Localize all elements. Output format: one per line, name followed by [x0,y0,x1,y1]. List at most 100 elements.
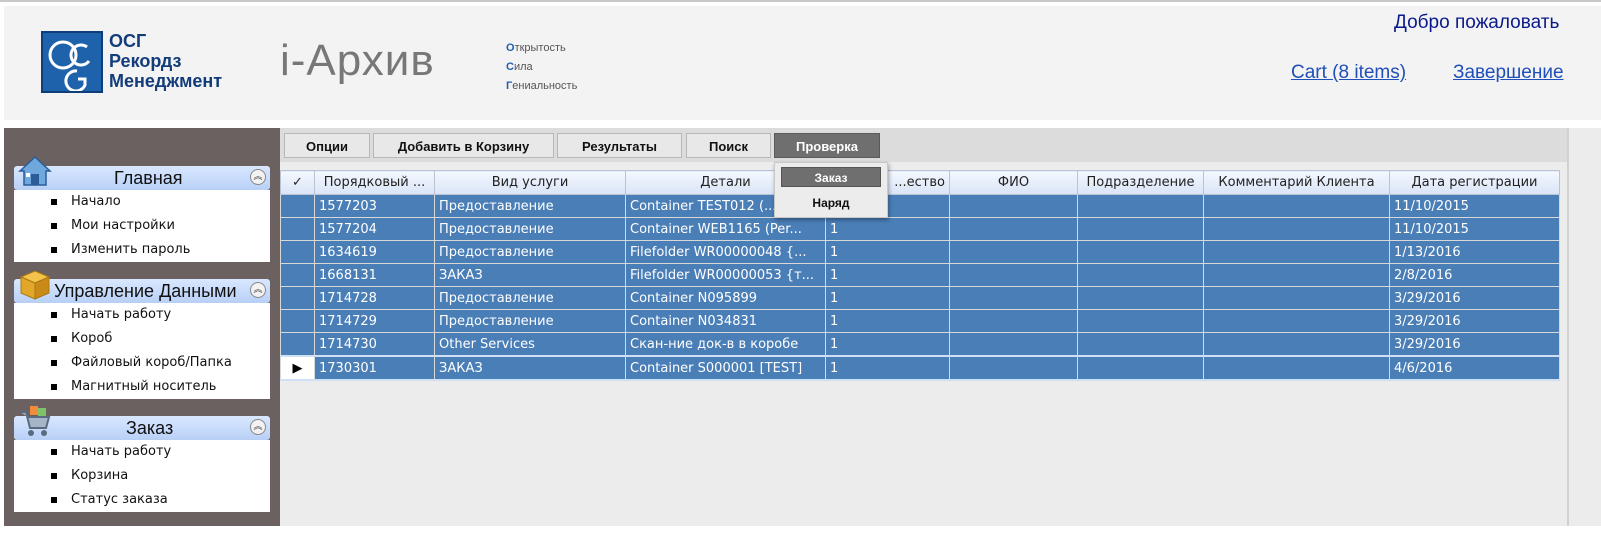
table-cell [949,194,1078,218]
table-cell: Предоставление [434,194,626,218]
brand-name: ОСГ Рекордз Менеджмент [109,31,222,91]
grid-header-row: ✓ Порядковый ... Вид услуги Детали ...ес… [280,170,1560,195]
table-cell [1077,286,1204,310]
row-selector[interactable] [280,217,315,241]
table-cell: 3/29/2016 [1389,332,1560,357]
nav-item-box[interactable]: Короб [14,327,270,351]
table-cell: 1634619 [314,240,435,264]
table-cell: 1714730 [314,332,435,357]
table-cell [1203,240,1390,264]
table-cell: ЗАКАЗ [434,263,626,287]
panel-header[interactable]: Управление Данными ︽ [14,279,270,303]
panel-header[interactable]: Главная ︽ [14,166,270,190]
table-row[interactable]: 1714729 Предоставление Container N034831… [280,309,1560,333]
table-cell [949,240,1078,264]
cart-link[interactable]: Cart (8 items) [1291,62,1406,84]
table-cell [1077,240,1204,264]
column-header[interactable]: Комментарий Клиента [1203,170,1390,195]
table-row[interactable]: 1634619 Предоставление Filefolder WR0000… [280,240,1560,264]
motto-line: Сила [506,61,533,73]
results-button[interactable]: Результаты [557,133,682,158]
row-selector[interactable] [280,286,315,310]
menu-item-order[interactable]: Заказ [781,167,881,187]
nav-item-magnetic-media[interactable]: Магнитный носитель [14,375,270,399]
check-dropdown-menu: Заказ Наряд [774,162,888,218]
collapse-icon[interactable]: ︽ [250,282,266,298]
box-icon [19,270,51,300]
collapse-icon[interactable]: ︽ [250,169,266,185]
row-selector[interactable] [280,240,315,264]
table-cell: 1/13/2016 [1389,240,1560,264]
row-selector[interactable] [280,194,315,218]
table-row[interactable]: 1714728 Предоставление Container N095899… [280,286,1560,310]
row-selector[interactable] [280,309,315,333]
table-cell: 1714729 [314,309,435,333]
table-cell: 11/10/2015 [1389,217,1560,241]
table-row[interactable]: 1714730 Other Services Скан-ние док-в в … [280,332,1560,357]
table-cell [949,355,1078,381]
search-button[interactable]: Поиск [686,133,771,158]
nav-item-my-settings[interactable]: Мои настройки [14,214,270,238]
table-cell [1077,332,1204,357]
panel-title: Заказ [126,418,174,438]
add-to-cart-button[interactable]: Добавить в Корзину [373,133,554,158]
table-row[interactable]: 1577204 Предоставление Container WEB1165… [280,217,1560,241]
results-grid: ✓ Порядковый ... Вид услуги Детали ...ес… [280,170,1560,381]
nav-item-file-folder[interactable]: Файловый короб/Папка [14,351,270,375]
table-cell: Предоставление [434,309,626,333]
table-cell: Filefolder WR00000048 {... [625,240,826,264]
nav-item-order-status[interactable]: Статус заказа [14,488,270,512]
panel-title: Управление Данными [54,281,237,301]
column-header[interactable]: Вид услуги [434,170,626,195]
table-cell [1077,217,1204,241]
motto-line: Гениальность [506,80,578,92]
brand-line: Менеджмент [109,71,223,91]
brand-line: ОСГ [109,31,147,51]
table-cell: 1 [825,332,950,357]
table-cell: 1 [825,240,950,264]
nav-item-home[interactable]: Начало [14,190,270,214]
top-rule [0,0,1601,2]
column-header[interactable]: Дата регистрации [1389,170,1560,195]
collapse-icon[interactable]: ︽ [250,419,266,435]
brand-line: Рекордз [109,51,182,71]
table-cell [1077,263,1204,287]
table-cell: 1 [825,355,950,381]
logout-link[interactable]: Завершение [1453,62,1564,84]
panel-body: Начать работу Короб Файловый короб/Папка… [14,303,270,399]
shopping-cart-icon [20,406,51,436]
nav-item-change-password[interactable]: Изменить пароль [14,238,270,262]
table-cell [1203,309,1390,333]
welcome-text: Добро пожаловать [1394,12,1560,33]
nav-item-start-work[interactable]: Начать работу [14,303,270,327]
table-cell: 11/10/2015 [1389,194,1560,218]
table-cell [1077,355,1204,381]
table-cell: 4/6/2016 [1389,355,1560,381]
table-cell: Other Services [434,332,626,357]
table-cell: 1 [825,286,950,310]
panel-header[interactable]: Заказ ︽ [14,416,270,440]
table-cell [949,309,1078,333]
table-cell [949,263,1078,287]
row-selector[interactable] [280,263,315,287]
company-logo [41,31,103,93]
check-button[interactable]: Проверка [774,133,880,158]
table-cell [1203,217,1390,241]
column-header[interactable]: Порядковый ... [314,170,435,195]
table-cell [1203,286,1390,310]
column-header[interactable]: ФИО [949,170,1078,195]
row-selector[interactable] [280,332,315,357]
options-button[interactable]: Опции [284,133,370,158]
table-row[interactable]: 1668131 ЗАКАЗ Filefolder WR00000053 {т..… [280,263,1560,287]
nav-item-start-order[interactable]: Начать работу [14,440,270,464]
column-header[interactable]: Подразделение [1077,170,1204,195]
table-cell [1077,194,1204,218]
current-row-marker[interactable]: ▶ [280,355,315,381]
nav-item-cart[interactable]: Корзина [14,464,270,488]
menu-item-work-order[interactable]: Наряд [781,193,881,213]
table-row[interactable]: 1577203 Предоставление Container TEST012… [280,194,1560,218]
select-all-checkbox[interactable]: ✓ [280,170,315,195]
table-cell [1203,263,1390,287]
table-cell: Предоставление [434,217,626,241]
table-row-current[interactable]: ▶ 1730301 ЗАКАЗ Container S000001 [TEST]… [280,355,1560,381]
